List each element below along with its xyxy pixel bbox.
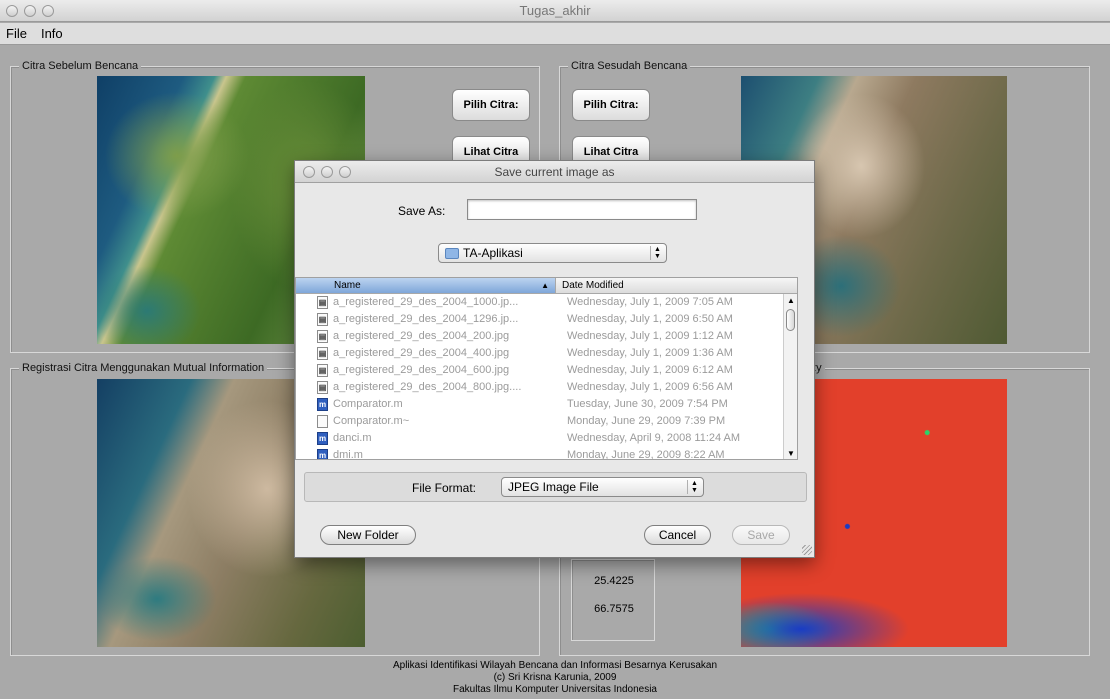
file-list-row[interactable]: m danci.m Wednesday, April 9, 2008 11:24 A… <box>296 430 797 447</box>
dialog-title: Save current image as <box>494 165 615 179</box>
file-list-scrollbar[interactable]: ▲ ▼ <box>783 294 797 459</box>
file-format-label: File Format: <box>412 481 477 495</box>
file-date: Wednesday, July 1, 2009 6:56 AM <box>567 381 733 393</box>
pilih-citra-after-button[interactable]: Pilih Citra: <box>572 89 650 121</box>
minimize-dialog-icon[interactable] <box>321 166 333 178</box>
dialog-window-controls <box>303 166 351 178</box>
menu-file[interactable]: File <box>6 23 27 44</box>
save-button[interactable]: Save <box>732 525 790 545</box>
file-list-row[interactable]: ▤ a_registered_29_des_2004_1296.jp... Wedn… <box>296 311 797 328</box>
window-controls <box>6 5 54 17</box>
location-popup[interactable]: TA-Aplikasi ▲ ▼ <box>438 243 667 263</box>
footer-line: (c) Sri Krisna Karunia, 2009 <box>493 672 617 683</box>
image-file-icon: ▤ <box>317 296 328 309</box>
window-titlebar: Tugas_akhir <box>0 0 1110 22</box>
panel-before-title: Citra Sebelum Bencana <box>19 59 142 73</box>
file-rows: ▤ a_registered_29_des_2004_1000.jp... Wedn… <box>296 294 797 460</box>
file-date: Wednesday, April 9, 2008 11:24 AM <box>567 432 741 444</box>
file-list-row[interactable]: m Comparator.m Tuesday, June 30, 2009 7:54… <box>296 396 797 413</box>
m-file-icon: m <box>317 449 328 460</box>
file-list-row[interactable]: ▤ a_registered_29_des_2004_400.jpg Wednesd… <box>296 345 797 362</box>
scroll-up-icon[interactable]: ▲ <box>787 296 795 305</box>
image-file-icon: ▤ <box>317 381 328 394</box>
minimize-window-icon[interactable] <box>24 5 36 17</box>
file-format-value: JPEG Image File <box>508 480 599 494</box>
file-date: Monday, June 29, 2009 7:39 PM <box>567 415 726 427</box>
file-date: Wednesday, July 1, 2009 6:12 AM <box>567 364 733 376</box>
file-list-row[interactable]: ▤ a_registered_29_des_2004_600.jpg Wednesd… <box>296 362 797 379</box>
file-list-row[interactable]: ▤ a_registered_29_des_2004_800.jpg.... Wed… <box>296 379 797 396</box>
m-file-icon: m <box>317 432 328 445</box>
result-value: 66.7575 <box>594 603 634 615</box>
result-values-box: 25.4225 66.7575 <box>571 559 655 641</box>
footer: Aplikasi Identifikasi Wilayah Bencana da… <box>0 660 1110 696</box>
column-header-name-label: Name <box>334 280 361 291</box>
file-date: Wednesday, July 1, 2009 7:05 AM <box>567 296 733 308</box>
panel-after-title: Citra Sesudah Bencana <box>568 59 691 73</box>
close-window-icon[interactable] <box>6 5 18 17</box>
menu-info[interactable]: Info <box>41 23 63 44</box>
file-list-row[interactable]: ▤ a_registered_29_des_2004_200.jpg Wednesd… <box>296 328 797 345</box>
updown-arrows-icon: ▲ ▼ <box>650 246 662 260</box>
file-date: Wednesday, July 1, 2009 1:12 AM <box>567 330 733 342</box>
image-file-icon: ▤ <box>317 313 328 326</box>
updown-arrows-icon: ▲ ▼ <box>687 480 699 494</box>
file-name: Comparator.m <box>333 398 403 410</box>
file-list[interactable]: Name ▲ Date Modified ▤ a_registered_29_de… <box>295 277 798 460</box>
file-name: a_registered_29_des_2004_800.jpg.... <box>333 381 522 393</box>
zoom-dialog-icon[interactable] <box>339 166 351 178</box>
scroll-thumb[interactable] <box>786 309 795 331</box>
location-popup-value: TA-Aplikasi <box>463 246 523 260</box>
resize-grip-icon[interactable] <box>802 545 812 555</box>
sort-ascending-icon: ▲ <box>541 281 549 290</box>
column-header-date[interactable]: Date Modified <box>556 278 624 293</box>
footer-line: Fakultas Ilmu Komputer Universitas Indon… <box>453 684 657 695</box>
footer-line: Aplikasi Identifikasi Wilayah Bencana da… <box>392 660 718 671</box>
file-name: danci.m <box>333 432 372 444</box>
file-name: a_registered_29_des_2004_400.jpg <box>333 347 510 359</box>
result-value: 25.4225 <box>594 575 634 587</box>
file-name: a_registered_29_des_2004_600.jpg <box>333 364 510 376</box>
file-date: Monday, June 29, 2009 8:22 AM <box>567 449 725 460</box>
file-list-header: Name ▲ Date Modified <box>296 278 797 294</box>
file-date: Wednesday, July 1, 2009 6:50 AM <box>567 313 733 325</box>
window-title: Tugas_akhir <box>519 3 591 18</box>
zoom-window-icon[interactable] <box>42 5 54 17</box>
m-file-icon: m <box>317 398 328 411</box>
file-name: a_registered_29_des_2004_200.jpg <box>333 330 510 342</box>
file-date: Tuesday, June 30, 2009 7:54 PM <box>567 398 728 410</box>
panel-registration-title: Registrasi Citra Menggunakan Mutual Info… <box>19 361 268 375</box>
cancel-button[interactable]: Cancel <box>644 525 711 545</box>
save-as-input[interactable] <box>467 199 697 220</box>
file-list-row[interactable]: m dmi.m Monday, June 29, 2009 8:22 AM <box>296 447 797 460</box>
folder-icon <box>445 247 459 259</box>
save-as-label: Save As: <box>398 204 446 218</box>
file-name: a_registered_29_des_2004_1000.jp... <box>333 296 519 308</box>
file-date: Wednesday, July 1, 2009 1:36 AM <box>567 347 733 359</box>
file-format-bar: File Format: JPEG Image File ▲ ▼ <box>304 472 807 502</box>
dialog-titlebar: Save current image as <box>295 161 814 183</box>
image-file-icon: ▤ <box>317 330 328 343</box>
file-list-row[interactable]: ▤ a_registered_29_des_2004_1000.jp... Wedn… <box>296 294 797 311</box>
pilih-citra-before-button[interactable]: Pilih Citra: <box>452 89 530 121</box>
image-file-icon: ▤ <box>317 364 328 377</box>
file-list-row[interactable]: Comparator.m~ Monday, June 29, 2009 7:39 … <box>296 413 797 430</box>
scroll-down-icon[interactable]: ▼ <box>787 449 795 458</box>
close-dialog-icon[interactable] <box>303 166 315 178</box>
file-name: Comparator.m~ <box>333 415 410 427</box>
menubar: File Info <box>0 23 1110 45</box>
file-name: dmi.m <box>333 449 363 460</box>
image-file-icon: ▤ <box>317 347 328 360</box>
save-dialog: Save current image as Save As: TA-Aplika… <box>294 160 815 558</box>
new-folder-button[interactable]: New Folder <box>320 525 416 545</box>
blank-file-icon <box>317 415 328 428</box>
column-header-name[interactable]: Name ▲ <box>296 278 556 293</box>
file-format-popup[interactable]: JPEG Image File ▲ ▼ <box>501 477 704 497</box>
file-name: a_registered_29_des_2004_1296.jp... <box>333 313 519 325</box>
